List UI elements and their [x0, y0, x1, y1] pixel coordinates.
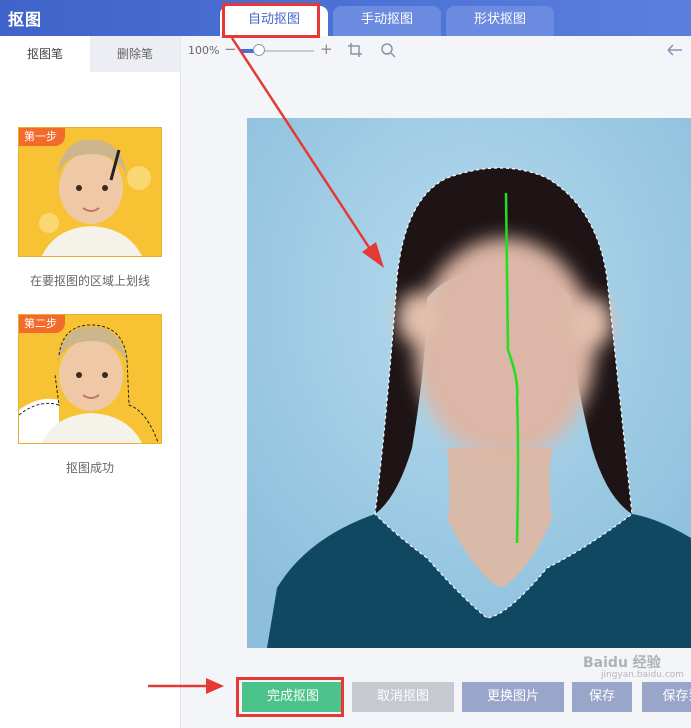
- header-bar: 抠图 自动抠图 手动抠图 形状抠图: [0, 0, 691, 36]
- save-to-button[interactable]: 保存到: [642, 682, 691, 712]
- zoom-out-button[interactable]: −: [224, 40, 237, 58]
- zoom-in-button[interactable]: +: [320, 40, 333, 58]
- step-caption: 在要抠图的区域上划线: [29, 274, 150, 288]
- annotation-highlight-done: [236, 677, 344, 717]
- tab-cutout-pen[interactable]: 抠图笔: [0, 36, 90, 72]
- save-button[interactable]: 保存: [572, 682, 632, 712]
- annotation-highlight-tab: [222, 3, 320, 38]
- watermark: Baidu 经验: [583, 655, 661, 671]
- back-arrow-icon[interactable]: [666, 42, 684, 58]
- app-title: 抠图: [8, 10, 43, 29]
- child-cutout-illustration: [19, 315, 161, 443]
- replace-image-button[interactable]: 更换图片: [462, 682, 564, 712]
- tab-manual-cutout[interactable]: 手动抠图: [333, 6, 441, 36]
- left-panel: 抠图笔 删除笔 第一步 在要抠图的区域上划线 第二步 抠图成功: [0, 36, 181, 728]
- child-photo-illustration: [19, 128, 161, 256]
- arrow-head-icon: [206, 678, 224, 694]
- step-two-example-image: 第二步: [18, 314, 162, 444]
- portrait-image: [247, 118, 691, 648]
- cancel-cutout-button[interactable]: 取消抠图: [352, 682, 454, 712]
- step-badge: 第二步: [19, 315, 65, 333]
- step-badge: 第一步: [19, 128, 65, 146]
- crop-fit-icon[interactable]: [347, 42, 363, 58]
- editing-canvas[interactable]: [247, 118, 691, 648]
- magnifier-icon[interactable]: [380, 42, 396, 58]
- zoom-slider-thumb[interactable]: [252, 44, 265, 56]
- step-caption: 抠图成功: [65, 461, 114, 475]
- tab-shape-cutout[interactable]: 形状抠图: [446, 6, 554, 36]
- zoom-level: 100%: [188, 44, 220, 57]
- watermark-url: jingyan.baidu.com: [601, 670, 685, 680]
- step-one-example-image: 第一步: [18, 127, 162, 257]
- tab-eraser-pen[interactable]: 删除笔: [90, 36, 180, 72]
